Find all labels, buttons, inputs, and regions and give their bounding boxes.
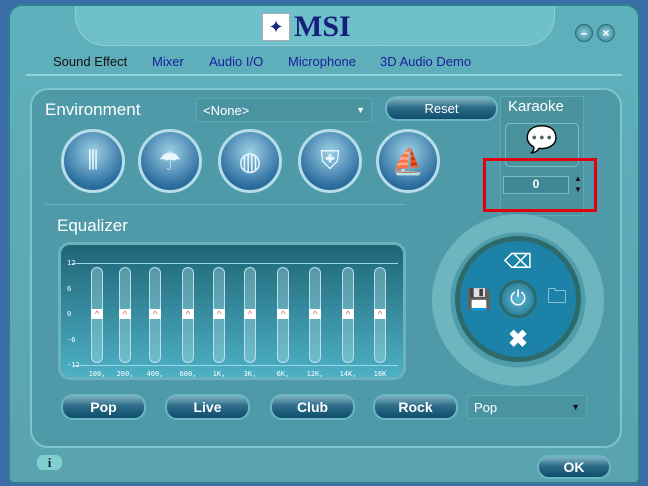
preset-selected: Pop xyxy=(474,399,498,415)
eq-slider-knob[interactable]: ^ xyxy=(119,309,131,319)
tab-audio-io[interactable]: Audio I/O xyxy=(209,54,263,69)
eq-slider-knob[interactable]: ^ xyxy=(149,309,161,319)
tab-microphone[interactable]: Microphone xyxy=(288,54,356,69)
msi-logo: ✦ MSI xyxy=(262,12,370,42)
shower-icon[interactable]: ☂ xyxy=(138,129,202,193)
logo-text: MSI xyxy=(294,10,351,43)
equalizer-label: Equalizer xyxy=(57,216,128,235)
reset-button[interactable]: Reset xyxy=(385,96,498,121)
tab-divider xyxy=(26,74,622,76)
y-tick-label: 12 xyxy=(67,259,76,267)
eq-bottom-line xyxy=(73,365,398,366)
equalizer-panel: 12 6 0 -6 -12 ^ 100, ^ 200, ^ 400, ^ 600, ^ 1K, ^ 3K, ^ 6… xyxy=(58,242,406,380)
eq-slider-knob[interactable]: ^ xyxy=(277,309,289,319)
msi-badge-icon: ✦ xyxy=(262,13,290,41)
opera-house-icon[interactable]: ⛵ xyxy=(376,129,440,193)
castle-icon[interactable]: ⛨ xyxy=(298,129,362,193)
info-icon[interactable]: i xyxy=(37,455,62,470)
eq-freq-label: 14K, xyxy=(339,370,357,378)
chevron-down-icon: ▼ xyxy=(571,402,580,412)
eq-freq-label: 3K, xyxy=(243,370,257,378)
preset-select[interactable]: Pop ▼ xyxy=(467,395,587,419)
karaoke-label: Karaoke xyxy=(508,98,564,115)
divider xyxy=(45,204,405,205)
bathroom-icon[interactable]: ⫴ xyxy=(61,129,125,193)
eq-slider-knob[interactable]: ^ xyxy=(342,309,354,319)
power-icon[interactable]: ⏻ xyxy=(499,280,537,318)
eq-freq-label: 16K xyxy=(373,370,387,378)
y-tick-label: 0 xyxy=(67,310,72,318)
highlight-box xyxy=(483,158,597,212)
eq-freq-label: 400, xyxy=(146,370,164,378)
environment-label: Environment xyxy=(45,100,141,119)
eq-freq-label: 100, xyxy=(88,370,106,378)
save-icon[interactable]: 💾 xyxy=(460,276,498,322)
eq-slider-knob[interactable]: ^ xyxy=(91,309,103,319)
folder-icon[interactable]: 🗀 xyxy=(538,276,576,322)
tab-mixer[interactable]: Mixer xyxy=(152,54,184,69)
environment-selected: <None> xyxy=(203,102,250,118)
preset-pop-button[interactable]: Pop xyxy=(61,394,146,420)
environment-select[interactable]: <None> ▼ xyxy=(196,98,372,122)
tab-sound-effect[interactable]: Sound Effect xyxy=(53,54,127,69)
eq-slider-knob[interactable]: ^ xyxy=(213,309,225,319)
tab-3d-audio-demo[interactable]: 3D Audio Demo xyxy=(380,54,471,69)
preset-live-button[interactable]: Live xyxy=(165,394,250,420)
delete-icon[interactable]: ✖ xyxy=(490,319,546,357)
close-button[interactable]: × xyxy=(597,24,615,42)
eq-slider-knob[interactable]: ^ xyxy=(374,309,386,319)
minimize-button[interactable]: – xyxy=(575,24,593,42)
y-tick-label: 6 xyxy=(67,284,72,293)
eq-freq-label: 200, xyxy=(116,370,134,378)
ok-button[interactable]: OK xyxy=(537,455,611,479)
y-tick-label: -6 xyxy=(67,335,76,344)
eq-freq-label: 6K, xyxy=(276,370,290,378)
chevron-down-icon: ▼ xyxy=(356,105,365,115)
eq-slider-knob[interactable]: ^ xyxy=(182,309,194,319)
control-dial: ⌫ 💾 🗀 ✖ ⏻ xyxy=(455,236,581,362)
eq-slider-knob[interactable]: ^ xyxy=(244,309,256,319)
stadium-icon[interactable]: ◍ xyxy=(218,129,282,193)
eq-top-line xyxy=(73,263,398,264)
eq-freq-label: 600, xyxy=(179,370,197,378)
eraser-icon[interactable]: ⌫ xyxy=(490,241,546,281)
preset-club-button[interactable]: Club xyxy=(270,394,355,420)
eq-freq-label: 1K, xyxy=(212,370,226,378)
preset-rock-button[interactable]: Rock xyxy=(373,394,458,420)
y-tick-label: -12 xyxy=(67,361,80,369)
eq-freq-label: 12K, xyxy=(306,370,324,378)
eq-slider-knob[interactable]: ^ xyxy=(309,309,321,319)
